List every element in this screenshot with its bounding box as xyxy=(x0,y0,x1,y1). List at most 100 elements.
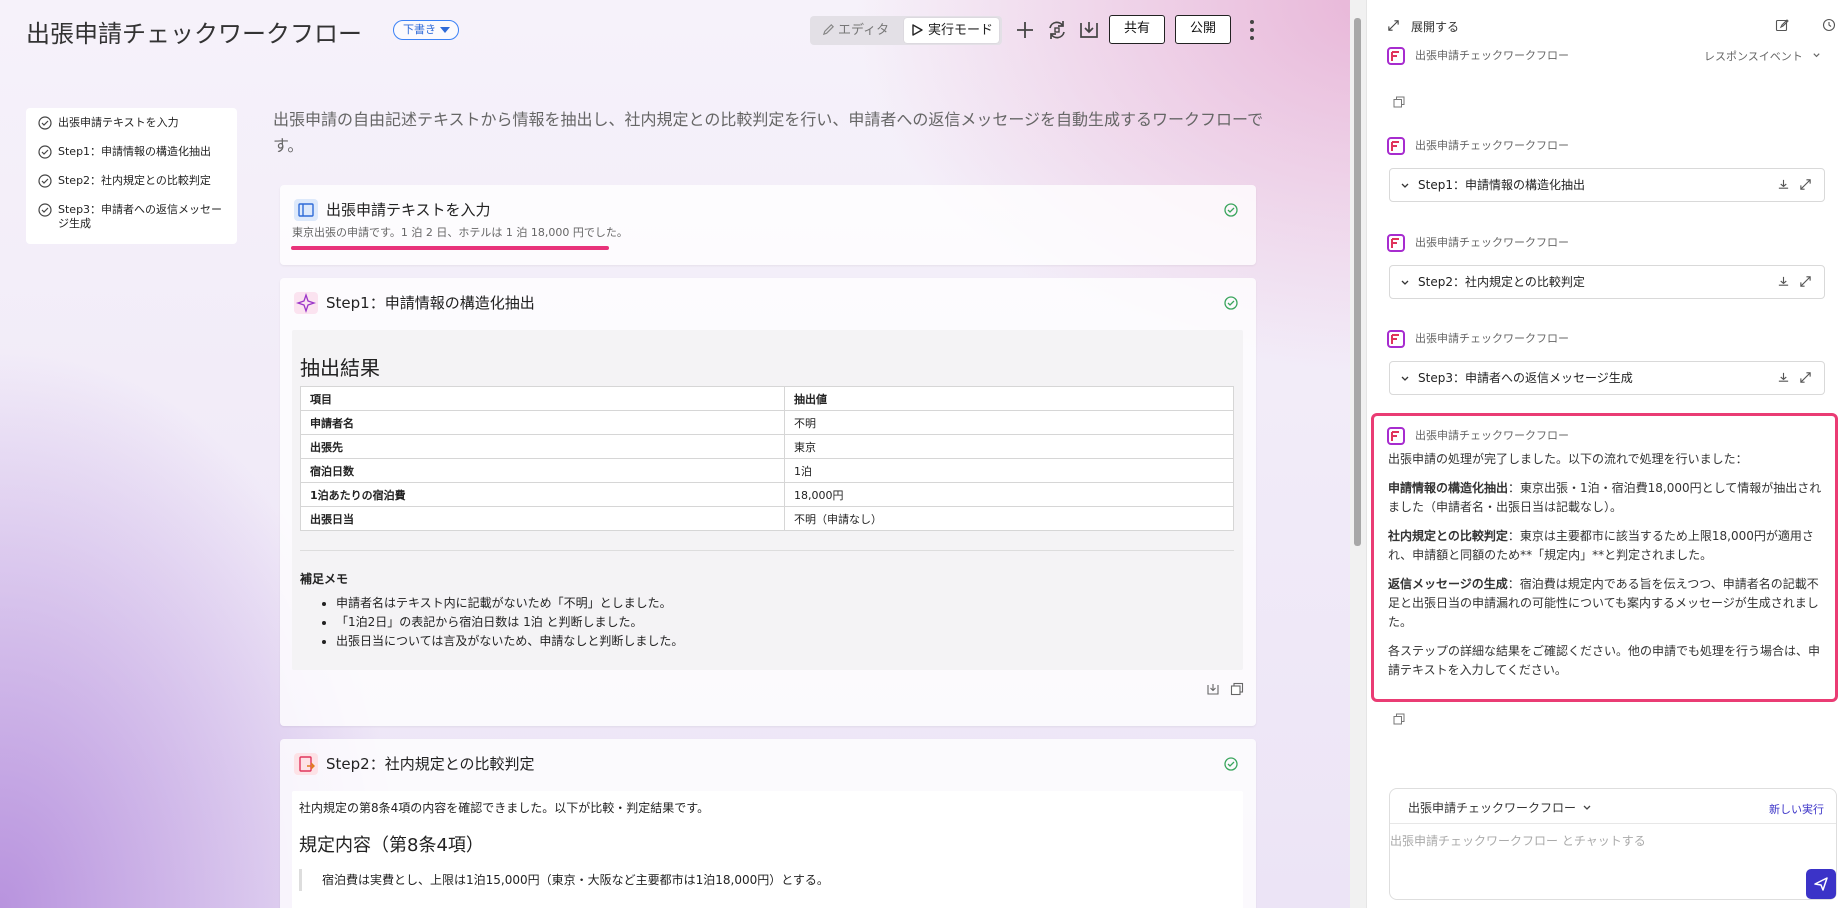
new-run-button[interactable]: 新しい実行 xyxy=(1769,801,1824,817)
input-text-value: 東京出張の申請です。1 泊 2 日、ホテルは 1 泊 18,000 円でした。 xyxy=(292,226,628,239)
toc-item-step2[interactable]: Step2：社内規定との比較判定 xyxy=(26,174,237,188)
workflow-selector[interactable]: 出張申請チェックワークフロー xyxy=(1408,799,1592,816)
highlight-underline xyxy=(291,246,609,250)
status-badge[interactable]: 下書き xyxy=(393,20,459,40)
run-mode-label: 実行モード xyxy=(928,23,994,38)
table-row: 宿泊日数 1泊 xyxy=(300,458,1234,483)
divider xyxy=(300,550,1234,551)
message-label: 出張申請チェックワークフロー xyxy=(1387,330,1569,348)
publish-button[interactable]: 公開 xyxy=(1175,15,1231,44)
step1-output: 抽出結果 項目 抽出値 申請者名 不明 出張先 東京 宿泊日数 1泊 1泊あたりの宿泊… xyxy=(292,330,1243,670)
step2-intro: 社内規定の第8条4項の内容を確認できました。以下が比較・判定結果です。 xyxy=(299,801,710,815)
chevron-down-icon xyxy=(1401,280,1409,285)
list-item: 出張日当については言及がないため、申請なしと判断しました。 xyxy=(336,632,683,651)
share-button[interactable]: 共有 xyxy=(1109,15,1165,44)
expand-icon[interactable] xyxy=(1799,371,1812,384)
editor-mode-tab[interactable]: エディタ xyxy=(816,18,898,43)
check-circle-icon xyxy=(38,203,52,217)
expand-icon[interactable] xyxy=(1799,275,1812,288)
step-navigation: 出張申請テキストを入力 Step1：申請情報の構造化抽出 Step2：社内規定と… xyxy=(26,108,237,244)
rule-heading: 規定内容（第8条4項） xyxy=(299,835,484,856)
download-icon[interactable] xyxy=(1206,682,1220,696)
expand-button[interactable]: 展開する xyxy=(1387,18,1459,35)
table-row: 申請者名 不明 xyxy=(300,410,1234,435)
workflow-description: 出張申請の自由記述テキストから情報を抽出し、社内規定との比較判定を行い、申請者へ… xyxy=(273,110,1264,155)
app-logo-icon xyxy=(1387,234,1405,252)
copy-icon[interactable] xyxy=(1393,713,1405,725)
app-logo-icon xyxy=(1387,330,1405,348)
step2-output: 社内規定の第8条4項の内容を確認できました。以下が比較・判定結果です。 規定内容… xyxy=(292,791,1243,908)
toc-label: 出張申請テキストを入力 xyxy=(58,116,179,129)
toc-label: Step2：社内規定との比較判定 xyxy=(58,174,211,187)
step3-result-toggle[interactable]: Step3：申請者への返信メッセージ生成 xyxy=(1389,361,1825,395)
extraction-heading: 抽出結果 xyxy=(300,356,380,380)
plus-icon[interactable] xyxy=(1013,18,1037,42)
toc-item-step1[interactable]: Step1：申請情報の構造化抽出 xyxy=(26,145,237,159)
result-point-1: 申請情報の構造化抽出：東京出張・1泊・宿泊費18,000円として情報が抽出されま… xyxy=(1388,481,1822,514)
copy-icon[interactable] xyxy=(1393,96,1405,108)
chevron-down-icon xyxy=(1583,805,1591,810)
check-circle-icon xyxy=(38,174,52,188)
rule-icon xyxy=(294,753,318,775)
page-title: 出張申請チェックワークフロー xyxy=(26,20,362,48)
table-row: 1泊あたりの宿泊費 18,000円 xyxy=(300,482,1234,507)
main-scrollbar[interactable] xyxy=(1350,0,1366,908)
check-circle-icon xyxy=(1224,296,1238,310)
download-icon[interactable] xyxy=(1777,178,1790,191)
column-header: 項目 xyxy=(300,386,785,411)
chat-input[interactable]: 出張申請チェックワークフロー とチャットする xyxy=(1390,823,1836,899)
pencil-icon xyxy=(822,24,834,36)
expand-icon[interactable] xyxy=(1799,178,1812,191)
sync-icon[interactable] xyxy=(1045,18,1069,42)
table-header-row: 項目 抽出値 xyxy=(300,386,1234,411)
chevron-down-icon xyxy=(1401,183,1409,188)
check-circle-icon xyxy=(1224,203,1238,217)
step2-title: Step2：社内規定との比較判定 xyxy=(294,753,535,775)
column-header: 抽出値 xyxy=(784,386,1234,411)
step1-result-toggle[interactable]: Step1：申請情報の構造化抽出 xyxy=(1389,168,1825,202)
scrollbar-thumb[interactable] xyxy=(1354,18,1361,546)
result-intro: 出張申請の処理が完了しました。以下の流れで処理を行いました： xyxy=(1388,452,1748,466)
message-label: 出張申請チェックワークフロー xyxy=(1387,47,1569,65)
step2-card: Step2：社内規定との比較判定 社内規定の第8条4項の内容を確認できました。以… xyxy=(280,739,1256,908)
app-logo-icon xyxy=(1387,47,1405,65)
download-icon[interactable] xyxy=(1077,18,1101,42)
result-closing: 各ステップの詳細な結果をご確認ください。他の申請でも処理を行う場合は、申請テキス… xyxy=(1388,644,1821,677)
chat-placeholder: 出張申請チェックワークフロー とチャットする xyxy=(1390,834,1646,848)
play-icon xyxy=(912,24,923,36)
expand-icon xyxy=(1388,20,1399,31)
download-icon[interactable] xyxy=(1777,371,1790,384)
toc-item-step3[interactable]: Step3：申請者への返信メッセージ生成 xyxy=(26,203,237,231)
extraction-table: 項目 抽出値 申請者名 不明 出張先 東京 宿泊日数 1泊 1泊あたりの宿泊費 18,0… xyxy=(300,386,1234,531)
send-icon xyxy=(1814,877,1828,891)
step1-title: Step1：申請情報の構造化抽出 xyxy=(294,292,535,314)
table-row: 出張日当 不明（申請なし） xyxy=(300,506,1234,531)
event-selector[interactable]: レスポンスイベント xyxy=(1704,48,1821,64)
message-label: 出張申請チェックワークフロー xyxy=(1387,234,1569,252)
chevron-down-icon xyxy=(1401,376,1409,381)
check-circle-icon xyxy=(38,116,52,130)
copy-icon[interactable] xyxy=(1230,682,1244,696)
result-point-2: 社内規定との比較判定：東京は主要都市に該当するため上限18,000円が適用され、… xyxy=(1388,529,1814,562)
step2-result-toggle[interactable]: Step2：社内規定との比較判定 xyxy=(1389,265,1825,299)
workflow-main-pane: 出張申請チェックワークフロー 下書き エディタ 実行モード 共有 公開 出張申請… xyxy=(0,0,1350,908)
list-item: 申請者名はテキスト内に記載がないため「不明」としました。 xyxy=(336,594,683,613)
toc-item-input[interactable]: 出張申請テキストを入力 xyxy=(26,116,237,130)
more-icon[interactable] xyxy=(1249,18,1255,42)
list-item: 「1泊2日」の表記から宿泊日数は 1泊 と判断しました。 xyxy=(336,613,683,632)
toc-label: Step1：申請情報の構造化抽出 xyxy=(58,145,212,158)
edit-icon[interactable] xyxy=(1775,18,1789,32)
download-icon[interactable] xyxy=(1777,275,1790,288)
run-mode-tab[interactable]: 実行モード xyxy=(904,18,999,43)
mode-switch: エディタ 実行モード xyxy=(810,16,1002,45)
check-circle-icon xyxy=(1224,757,1238,771)
rule-quote: 宿泊費は実費とし、上限は1泊15,000円（東京・大阪など主要都市は1泊18,0… xyxy=(299,869,829,891)
input-icon xyxy=(294,199,318,221)
history-icon[interactable] xyxy=(1822,18,1836,32)
toc-label: Step3：申請者への返信メッセージ生成 xyxy=(58,203,223,230)
send-button[interactable] xyxy=(1806,869,1836,899)
result-point-3: 返信メッセージの生成：宿泊費は規定内である旨を伝えつつ、申請者名の記載不足と出張… xyxy=(1388,577,1819,629)
message-label: 出張申請チェックワークフロー xyxy=(1387,137,1569,155)
memo-list: 申請者名はテキスト内に記載がないため「不明」としました。 「1泊2日」の表記から… xyxy=(300,594,683,651)
final-result-message: 出張申請の処理が完了しました。以下の流れで処理を行いました： 申請情報の構造化抽… xyxy=(1388,450,1826,690)
